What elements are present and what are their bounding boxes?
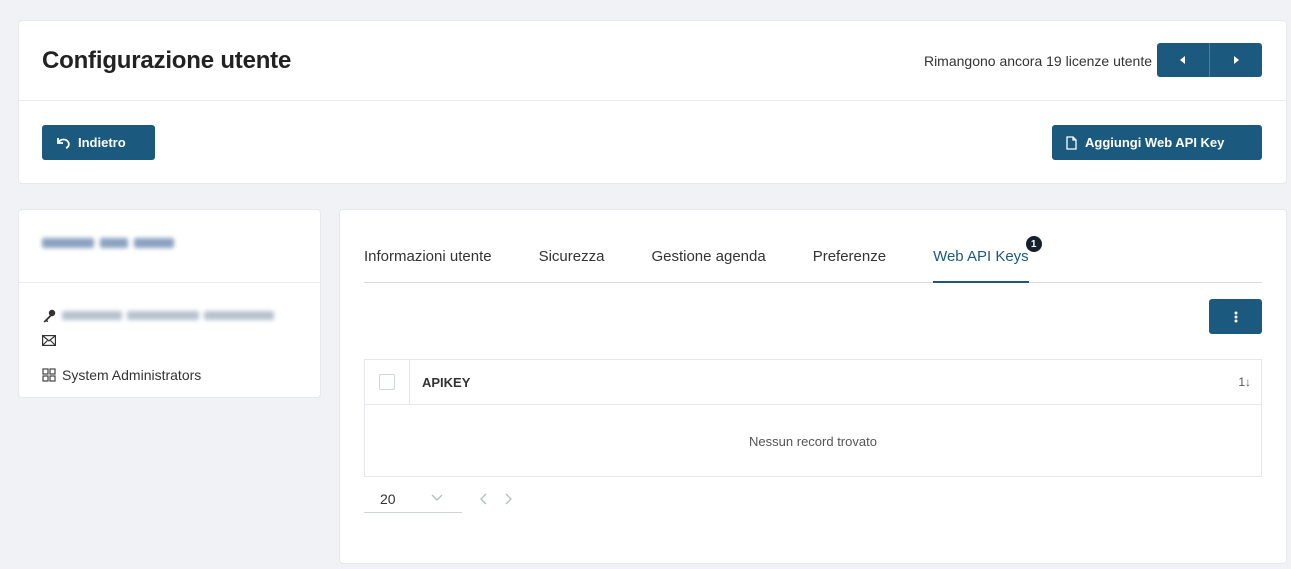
user-group-label: System Administrators — [62, 367, 202, 383]
tab-informazioni-utente[interactable]: Informazioni utente — [364, 240, 492, 283]
chevron-left-icon — [480, 493, 487, 505]
tab-label: Web API Keys — [933, 248, 1029, 265]
user-key-row — [42, 309, 282, 323]
user-email-row — [42, 335, 62, 346]
back-button[interactable]: Indietro — [42, 125, 155, 160]
header-card: Configurazione utente Rimangono ancora 1… — [18, 20, 1287, 184]
license-count-text: Rimangono ancora 19 licenze utente — [923, 53, 1152, 69]
empty-grid-message: Nessun record trovato — [749, 433, 877, 449]
redacted-user-name — [42, 238, 174, 248]
undo-icon — [56, 137, 70, 149]
user-config-panel: Informazioni utente Sicurezza Gestione a… — [339, 209, 1287, 564]
tab-label: Gestione agenda — [651, 248, 766, 265]
tab-bar: Informazioni utente Sicurezza Gestione a… — [364, 236, 1262, 283]
vertical-ellipsis-icon — [1234, 311, 1237, 322]
select-all-cell — [365, 359, 410, 405]
tab-count-badge: 1 — [1025, 236, 1042, 252]
user-profile-card: System Administrators — [18, 209, 321, 398]
previous-page-button[interactable] — [480, 493, 487, 505]
mail-icon — [42, 335, 58, 346]
key-icon — [42, 309, 58, 323]
previous-button[interactable] — [1157, 43, 1209, 77]
next-page-button[interactable] — [505, 493, 512, 505]
record-navigation — [1157, 43, 1262, 77]
tab-label: Sicurezza — [538, 248, 605, 265]
tab-sicurezza[interactable]: Sicurezza — [539, 240, 605, 283]
page-size-select[interactable]: 20 — [364, 485, 462, 513]
api-keys-grid: APIKEY 1↓ Nessun record trovato — [364, 359, 1262, 477]
tab-gestione-agenda[interactable]: Gestione agenda — [651, 240, 765, 283]
more-options-button[interactable] — [1209, 299, 1262, 334]
tab-label: Preferenze — [812, 248, 887, 265]
redacted-key-value — [62, 311, 274, 320]
chevron-down-icon — [431, 494, 443, 501]
next-button[interactable] — [1209, 43, 1262, 77]
page-title: Configurazione utente — [42, 47, 292, 74]
pagination: 20 — [364, 485, 512, 513]
tab-label: Informazioni utente — [364, 248, 492, 265]
sort-indicator[interactable]: 1↓ — [1238, 375, 1251, 389]
chevron-right-icon — [505, 493, 512, 505]
caret-left-icon — [1180, 56, 1185, 64]
tab-preferenze[interactable]: Preferenze — [813, 240, 886, 283]
add-key-button-label: Aggiungi Web API Key — [1085, 135, 1225, 150]
group-icon — [42, 368, 58, 382]
user-group-row: System Administrators — [42, 367, 201, 383]
add-web-api-key-button[interactable]: Aggiungi Web API Key — [1052, 125, 1262, 160]
caret-right-icon — [1234, 56, 1239, 64]
back-button-label: Indietro — [78, 135, 126, 150]
grid-header: APIKEY 1↓ — [365, 359, 1261, 405]
document-icon — [1066, 135, 1077, 150]
select-all-checkbox[interactable] — [379, 374, 395, 390]
tab-web-api-keys[interactable]: Web API Keys 1 — [933, 236, 1042, 283]
column-header-apikey[interactable]: APIKEY — [422, 375, 470, 390]
user-name-redacted — [19, 210, 320, 283]
header-top: Configurazione utente Rimangono ancora 1… — [19, 21, 1286, 101]
page-size-value: 20 — [380, 490, 396, 507]
